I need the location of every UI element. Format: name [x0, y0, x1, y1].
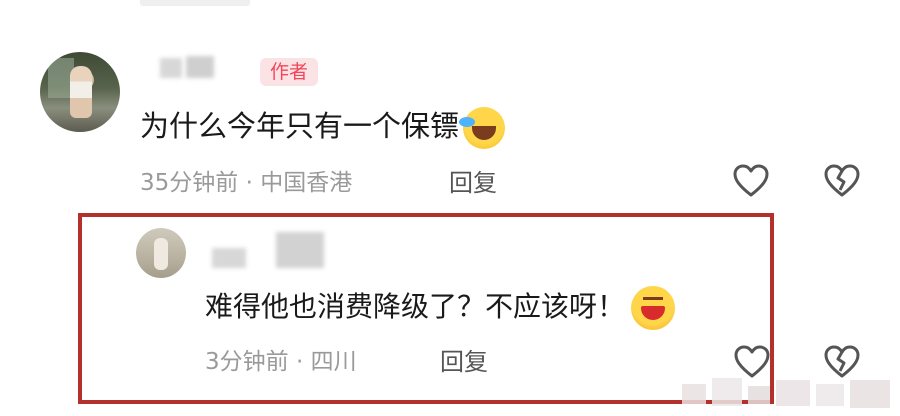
username-blurred [186, 56, 214, 78]
comment-text: 为什么今年只有一个保镖 [140, 106, 506, 149]
avatar[interactable] [136, 228, 186, 278]
username-blurred [160, 58, 182, 78]
reply-body: 难得他也消费降级了？不应该呀！ [205, 290, 626, 323]
comment-meta: 35分钟前 · 中国香港 [140, 170, 353, 196]
username-blurred [276, 232, 324, 268]
tears-of-joy-icon [459, 107, 506, 149]
username-blurred [212, 248, 246, 268]
reply-button[interactable]: 回复 [449, 168, 497, 198]
reply-meta: 3分钟前 · 四川 [205, 349, 357, 375]
reply-text: 难得他也消费降级了？不应该呀！ [205, 286, 676, 330]
author-tag: 作者 [260, 58, 318, 86]
avatar[interactable] [40, 52, 120, 132]
watermark [678, 370, 900, 412]
grinning-laugh-icon [631, 286, 676, 330]
previous-item-remnant [140, 0, 250, 6]
heart-outline-icon[interactable] [732, 163, 770, 199]
reply-button[interactable]: 回复 [440, 347, 488, 377]
comment-body: 为什么今年只有一个保镖 [140, 109, 460, 143]
broken-heart-outline-icon[interactable] [823, 163, 861, 199]
